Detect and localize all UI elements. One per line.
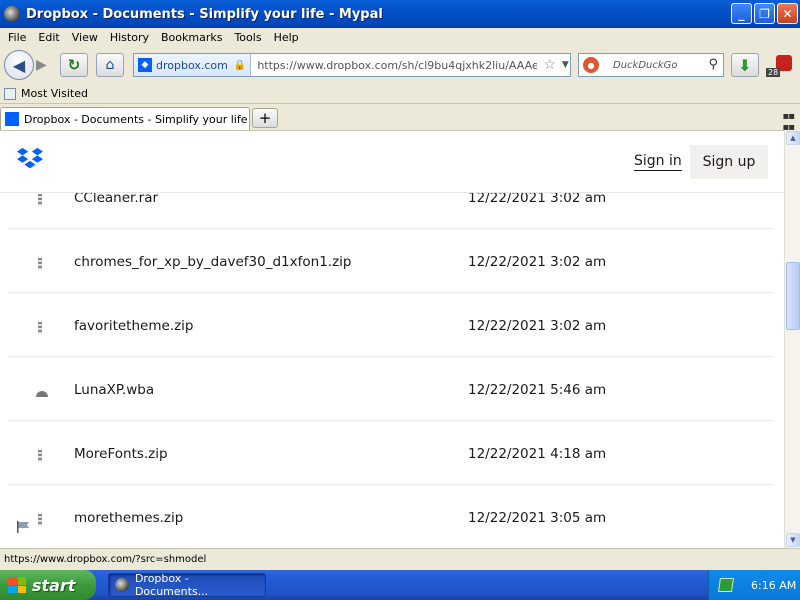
scrollbar-thumb[interactable] <box>786 262 800 330</box>
file-modified-date: 12/22/2021 5:46 am <box>468 382 607 398</box>
home-button[interactable]: ⌂ <box>96 53 124 77</box>
back-button[interactable]: ◀ <box>4 50 34 80</box>
sign-up-button[interactable]: Sign up <box>690 145 768 179</box>
title-bar[interactable]: Dropbox - Documents - Simplify your life… <box>0 0 800 28</box>
file-modified-date: 12/22/2021 3:02 am <box>468 318 607 334</box>
home-icon: ⌂ <box>105 57 115 73</box>
tab-strip: Dropbox - Documents - Simplify your life… <box>0 104 800 133</box>
tab-label: Dropbox - Documents - Simplify your life <box>24 112 248 126</box>
scroll-down-button[interactable]: ▼ <box>786 533 800 547</box>
maximize-button[interactable]: ❐ <box>754 3 775 24</box>
search-box[interactable]: ● DuckDuckGo ⚲ <box>578 53 724 77</box>
window-controls: _ ❐ ✕ <box>731 3 798 24</box>
menu-tools[interactable]: Tools <box>228 31 267 44</box>
zip-file-icon <box>38 258 42 270</box>
file-name[interactable]: MoreFonts.zip <box>74 446 168 462</box>
taskbar-item-browser[interactable]: Dropbox - Documents... <box>108 572 266 598</box>
windows-logo-icon <box>8 577 26 593</box>
search-icon[interactable]: ⚲ <box>708 57 718 72</box>
file-modified-date: 12/22/2021 3:02 am <box>468 254 607 270</box>
bookmark-star-icon[interactable]: ☆ <box>543 57 556 73</box>
taskbar-item-label: Dropbox - Documents... <box>134 572 209 598</box>
search-input[interactable]: DuckDuckGo <box>613 60 678 71</box>
caret-down-icon: ▼ <box>790 536 796 544</box>
menu-bookmarks[interactable]: Bookmarks <box>155 31 228 44</box>
flag-icon[interactable] <box>16 521 30 533</box>
lock-icon: 🔒 <box>233 59 247 71</box>
downloads-button[interactable]: ⬇ <box>731 53 759 77</box>
plus-icon: + <box>258 109 272 127</box>
taskbar: start Dropbox - Documents... 6:16 AM <box>0 570 800 600</box>
addon-button[interactable]: 28 <box>766 53 794 77</box>
file-row[interactable]: morethemes.zip 12/22/2021 3:05 am <box>8 485 772 548</box>
tab-dropbox[interactable]: Dropbox - Documents - Simplify your life <box>0 107 250 130</box>
addon-count-badge: 28 <box>766 68 781 77</box>
start-label: start <box>32 575 76 595</box>
duckduckgo-icon[interactable]: ● <box>583 57 599 73</box>
new-tab-button[interactable]: + <box>252 108 278 128</box>
file-name[interactable]: morethemes.zip <box>74 510 183 526</box>
zip-file-icon <box>38 514 42 526</box>
zip-file-icon <box>38 194 42 206</box>
zip-file-icon <box>38 322 42 334</box>
dropbox-logo-icon[interactable] <box>16 147 44 173</box>
arrow-left-icon: ◀ <box>12 55 26 75</box>
file-row[interactable]: favoritetheme.zip 12/22/2021 3:02 am <box>8 293 772 357</box>
minimize-button[interactable]: _ <box>731 3 752 24</box>
status-text: https://www.dropbox.com/?src=shmodel <box>4 554 207 565</box>
network-tray-icon[interactable] <box>718 578 734 592</box>
file-modified-date: 12/22/2021 4:18 am <box>468 446 607 462</box>
dropbox-header: Sign in Sign up <box>0 131 784 193</box>
reload-button[interactable]: ↻ <box>60 53 88 77</box>
url-input[interactable]: https://www.dropbox.com/sh/cl9bu4qjxhk2l… <box>257 59 537 72</box>
file-name[interactable]: chromes_for_xp_by_davef30_d1xfon1.zip <box>74 254 351 270</box>
file-row[interactable]: LunaXP.wba 12/22/2021 5:46 am <box>8 357 772 421</box>
page-viewport[interactable]: Sign in Sign up CCleaner.rar 12/22/2021 … <box>0 130 784 548</box>
file-row[interactable]: chromes_for_xp_by_davef30_d1xfon1.zip 12… <box>8 229 772 293</box>
file-icon <box>36 391 48 397</box>
vertical-scrollbar[interactable]: ▲ ▼ <box>784 130 800 548</box>
menu-history[interactable]: History <box>104 31 155 44</box>
menu-bar: File Edit View History Bookmarks Tools H… <box>0 28 800 46</box>
system-tray: 6:16 AM <box>708 570 800 600</box>
address-bar[interactable]: ◆ dropbox.com 🔒 https://www.dropbox.com/… <box>133 53 571 77</box>
arrow-right-icon: ▶ <box>36 57 47 73</box>
site-identity-button[interactable]: ◆ dropbox.com 🔒 <box>134 54 252 76</box>
dropbox-favicon-icon: ◆ <box>138 58 152 72</box>
start-button[interactable]: start <box>0 570 96 600</box>
forward-button[interactable]: ▶ <box>36 57 47 73</box>
menu-help[interactable]: Help <box>268 31 305 44</box>
download-arrow-icon: ⬇ <box>738 55 752 75</box>
zip-file-icon <box>38 450 42 462</box>
reload-icon: ↻ <box>67 56 81 74</box>
file-list: CCleaner.rar 12/22/2021 3:02 am chromes_… <box>8 165 772 548</box>
bookmark-most-visited[interactable]: Most Visited <box>21 87 88 100</box>
clock[interactable]: 6:16 AM <box>751 579 796 592</box>
url-history-dropdown-icon[interactable]: ▼ <box>562 60 569 70</box>
file-row[interactable]: MoreFonts.zip 12/22/2021 4:18 am <box>8 421 772 485</box>
menu-file[interactable]: File <box>2 31 32 44</box>
browser-app-icon <box>115 578 129 592</box>
dropbox-favicon-icon <box>5 112 19 126</box>
status-bar: https://www.dropbox.com/?src=shmodel <box>0 548 800 570</box>
folder-icon <box>4 87 16 100</box>
close-button[interactable]: ✕ <box>777 3 798 24</box>
menu-edit[interactable]: Edit <box>32 31 65 44</box>
scroll-up-button[interactable]: ▲ <box>786 131 800 145</box>
site-identity-label: dropbox.com <box>156 58 228 72</box>
bookmarks-toolbar: Most Visited <box>0 84 800 104</box>
sign-in-link[interactable]: Sign in <box>634 153 682 171</box>
navigation-toolbar: ◀ ▶ ↻ ⌂ ◆ dropbox.com 🔒 https://www.drop… <box>0 46 800 84</box>
menu-view[interactable]: View <box>66 31 104 44</box>
file-name[interactable]: LunaXP.wba <box>74 382 154 398</box>
browser-app-icon[interactable] <box>4 6 20 22</box>
file-name[interactable]: favoritetheme.zip <box>74 318 193 334</box>
file-modified-date: 12/22/2021 3:05 am <box>468 510 607 526</box>
window-title: Dropbox - Documents - Simplify your life… <box>26 6 383 22</box>
caret-up-icon: ▲ <box>790 134 796 142</box>
